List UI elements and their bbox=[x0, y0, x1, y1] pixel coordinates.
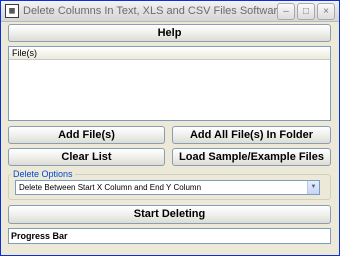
progress-bar: Progress Bar bbox=[8, 228, 331, 244]
delete-mode-selected: Delete Between Start X Column and End Y … bbox=[19, 183, 202, 192]
close-button[interactable]: × bbox=[317, 3, 335, 20]
window-title: Delete Columns In Text, XLS and CSV File… bbox=[23, 5, 284, 17]
add-all-files-in-folder-button[interactable]: Add All File(s) In Folder bbox=[172, 126, 331, 144]
add-files-button[interactable]: Add File(s) bbox=[8, 126, 165, 144]
file-list-header[interactable]: File(s) bbox=[9, 47, 330, 60]
maximize-button[interactable]: □ bbox=[297, 3, 315, 20]
chevron-down-icon[interactable]: ▼ bbox=[307, 181, 319, 194]
help-button[interactable]: Help bbox=[8, 24, 331, 42]
app-window: ▦ Delete Columns In Text, XLS and CSV Fi… bbox=[0, 0, 340, 256]
delete-options-label: Delete Options bbox=[11, 169, 75, 179]
start-deleting-button[interactable]: Start Deleting bbox=[8, 205, 331, 224]
file-list[interactable]: File(s) bbox=[8, 46, 331, 121]
minimize-button[interactable]: ‒ bbox=[277, 3, 295, 20]
load-sample-files-button[interactable]: Load Sample/Example Files bbox=[172, 148, 331, 166]
title-bar[interactable]: ▦ Delete Columns In Text, XLS and CSV Fi… bbox=[1, 1, 339, 22]
app-icon: ▦ bbox=[5, 4, 19, 18]
progress-bar-label: Progress Bar bbox=[11, 231, 68, 241]
delete-mode-dropdown[interactable]: Delete Between Start X Column and End Y … bbox=[15, 180, 320, 195]
clear-list-button[interactable]: Clear List bbox=[8, 148, 165, 166]
